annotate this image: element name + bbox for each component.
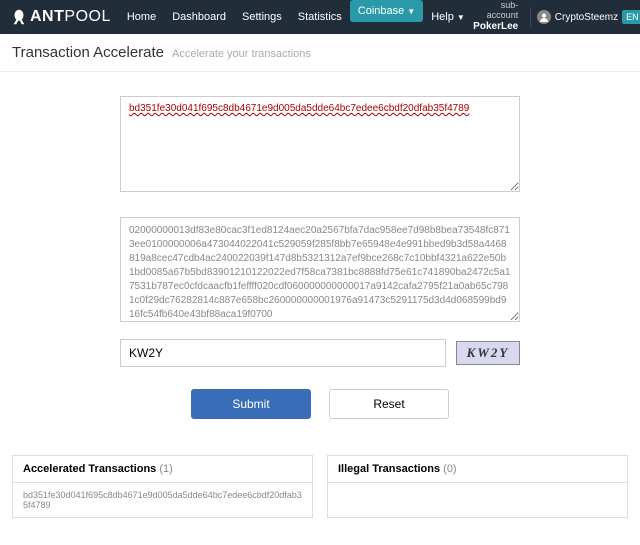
- captcha-input[interactable]: [120, 339, 446, 367]
- logo[interactable]: ANTPOOL: [10, 8, 111, 26]
- bottom-panels: Accelerated Transactions (1) bd351fe30d0…: [0, 439, 640, 538]
- username: CryptoSteemz: [555, 12, 618, 23]
- rawtx-input[interactable]: [120, 217, 520, 322]
- accelerated-panel-head: Accelerated Transactions (1): [13, 456, 312, 483]
- txid-input[interactable]: [120, 96, 520, 192]
- submit-button[interactable]: Submit: [191, 389, 311, 419]
- nav-statistics[interactable]: Statistics: [290, 0, 350, 34]
- divider: [530, 7, 531, 27]
- logo-text: ANTPOOL: [30, 8, 111, 26]
- sub-account-label: current sub-account: [473, 0, 518, 21]
- page-subtitle: Accelerate your transactions: [172, 48, 311, 60]
- captcha-image[interactable]: KW2Y: [456, 341, 520, 365]
- reset-button[interactable]: Reset: [329, 389, 449, 419]
- user-menu[interactable]: CryptoSteemz EN: [537, 10, 640, 24]
- chevron-down-icon: ▼: [510, 34, 518, 43]
- illegal-panel-body: [328, 483, 627, 501]
- illegal-panel: Illegal Transactions (0): [327, 455, 628, 518]
- illegal-panel-head: Illegal Transactions (0): [328, 456, 627, 483]
- nav-settings[interactable]: Settings: [234, 0, 290, 34]
- avatar-icon: [537, 10, 551, 24]
- form-area: KW2Y Submit Reset: [0, 72, 640, 439]
- ant-logo-icon: [10, 8, 28, 26]
- nav-right: current sub-account PokerLee ▼ CryptoSte…: [473, 0, 640, 45]
- chevron-down-icon: ▼: [457, 13, 465, 22]
- sub-account-display[interactable]: current sub-account PokerLee ▼: [473, 0, 518, 45]
- accelerated-tx-item: bd351fe30d041f695c8db4671e9d005da5dde64b…: [23, 490, 302, 510]
- page-title: Transaction Accelerate: [12, 44, 164, 61]
- nav-links: Home Dashboard Settings Statistics Coinb…: [119, 0, 473, 34]
- accelerated-panel: Accelerated Transactions (1) bd351fe30d0…: [12, 455, 313, 518]
- captcha-row: KW2Y: [120, 339, 520, 367]
- nav-home[interactable]: Home: [119, 0, 164, 34]
- language-badge[interactable]: EN: [622, 10, 640, 24]
- sub-account-value: PokerLee ▼: [473, 21, 518, 45]
- nav-coinbase[interactable]: Coinbase▼: [350, 0, 423, 22]
- nav-help[interactable]: Help▼: [423, 0, 473, 34]
- button-row: Submit Reset: [120, 389, 520, 419]
- navbar: ANTPOOL Home Dashboard Settings Statisti…: [0, 0, 640, 34]
- nav-dashboard[interactable]: Dashboard: [164, 0, 234, 34]
- chevron-down-icon: ▼: [407, 7, 415, 16]
- accelerated-panel-body: bd351fe30d041f695c8db4671e9d005da5dde64b…: [13, 483, 312, 517]
